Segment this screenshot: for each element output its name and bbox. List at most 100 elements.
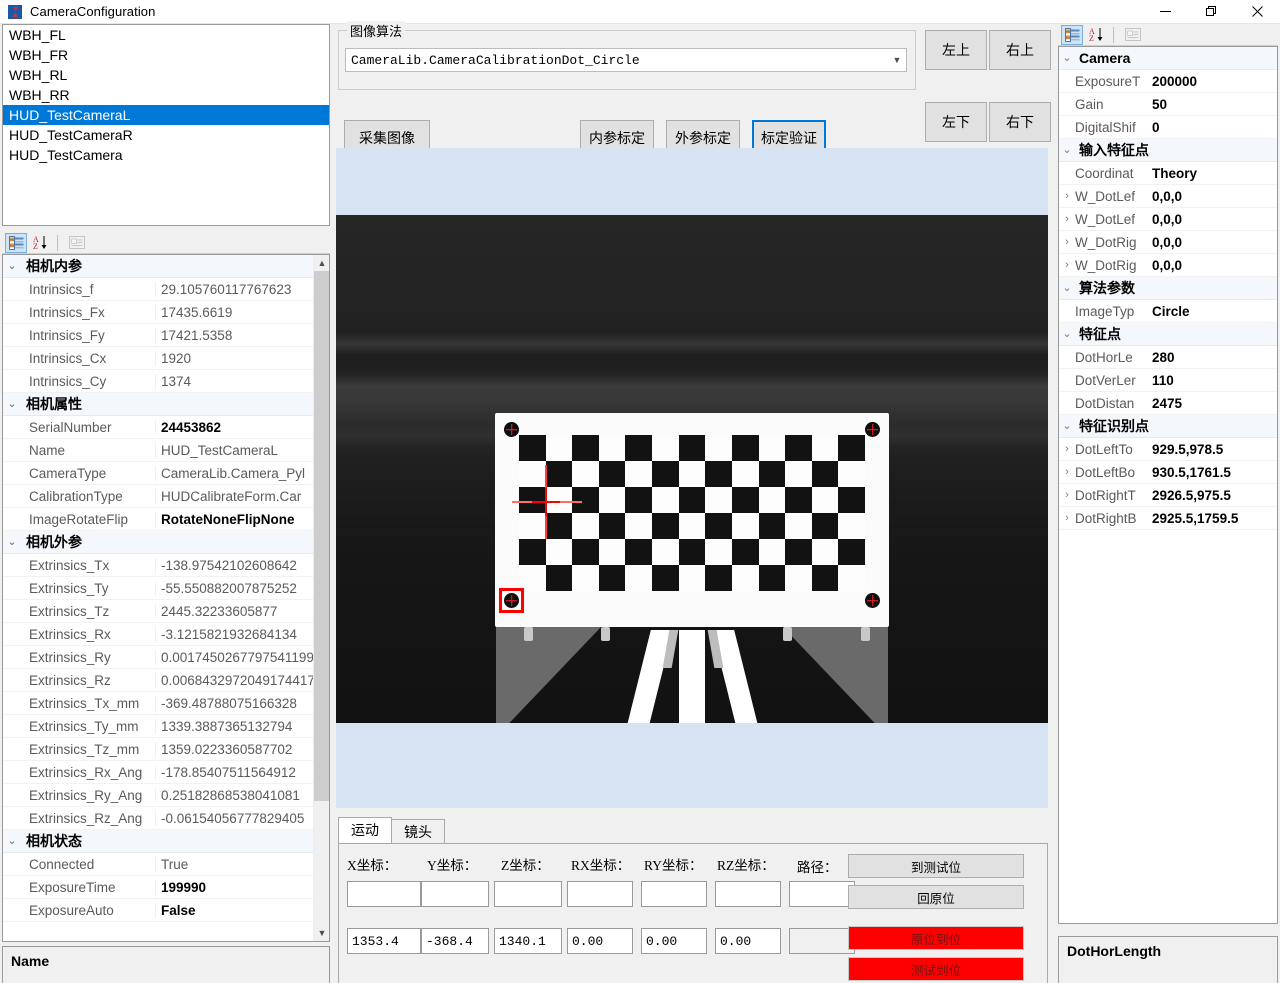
- property-row[interactable]: › W_DotLef 0,0,0: [1059, 185, 1277, 208]
- property-row[interactable]: › W_DotRig 0,0,0: [1059, 231, 1277, 254]
- marker-dot-bottom-right[interactable]: [865, 593, 880, 608]
- property-category-row[interactable]: ⌄ 相机内参: [3, 255, 314, 278]
- value-y-current[interactable]: -368.4: [421, 928, 489, 954]
- property-row[interactable]: › DotLeftTo 929.5,978.5: [1059, 438, 1277, 461]
- property-value[interactable]: 1339.3887365132794: [156, 719, 314, 734]
- property-row[interactable]: Extrinsics_Rz_Ang -0.06154056777829405: [3, 807, 314, 830]
- chevron-down-icon[interactable]: ⌄: [1059, 52, 1075, 64]
- home-position-reached-indicator[interactable]: 原位到位: [848, 926, 1024, 950]
- property-value[interactable]: 2926.5,975.5: [1149, 488, 1277, 503]
- property-value[interactable]: False: [156, 903, 314, 918]
- property-row[interactable]: Extrinsics_Tx_mm -369.48788075166328: [3, 692, 314, 715]
- property-value[interactable]: 199990: [156, 880, 314, 895]
- property-value[interactable]: 110: [1149, 373, 1277, 388]
- value-rx-current[interactable]: 0.00: [567, 928, 633, 954]
- property-row[interactable]: Coordinat Theory: [1059, 162, 1277, 185]
- property-value[interactable]: 0,0,0: [1149, 212, 1277, 227]
- property-value[interactable]: 50: [1149, 97, 1277, 112]
- property-category-row[interactable]: ⌄ 算法参数: [1059, 277, 1277, 300]
- property-value[interactable]: 1374: [156, 374, 314, 389]
- property-row[interactable]: Connected True: [3, 853, 314, 876]
- property-row[interactable]: ExposureT 200000: [1059, 70, 1277, 93]
- camera-list-item[interactable]: WBH_RR: [3, 85, 329, 105]
- value-rz-current[interactable]: 0.00: [715, 928, 781, 954]
- property-value[interactable]: RotateNoneFlipNone: [156, 512, 314, 527]
- chevron-down-icon[interactable]: ⌄: [3, 835, 21, 847]
- property-value[interactable]: Circle: [1149, 304, 1277, 319]
- property-value[interactable]: 1359.0223360587702: [156, 742, 314, 757]
- property-row[interactable]: DotHorLe 280: [1059, 346, 1277, 369]
- chevron-down-icon[interactable]: ⌄: [3, 260, 21, 272]
- property-row[interactable]: › DotLeftBo 930.5,1761.5: [1059, 461, 1277, 484]
- chevron-down-icon[interactable]: ⌄: [3, 398, 21, 410]
- tab-motion[interactable]: 运动: [338, 817, 392, 844]
- property-value[interactable]: 200000: [1149, 74, 1277, 89]
- property-category-row[interactable]: ⌄ 相机外参: [3, 531, 314, 554]
- property-value[interactable]: -138.97542102608642: [156, 558, 314, 573]
- property-value[interactable]: 0,0,0: [1149, 258, 1277, 273]
- property-value[interactable]: -369.48788075166328: [156, 696, 314, 711]
- property-value[interactable]: CameraLib.Camera_Pyl: [156, 466, 314, 481]
- property-value[interactable]: 0.0017450267797541199: [156, 650, 314, 665]
- chevron-down-icon[interactable]: ⌄: [1059, 328, 1075, 340]
- property-value[interactable]: 2925.5,1759.5: [1149, 511, 1277, 526]
- property-category-row[interactable]: ⌄ 相机属性: [3, 393, 314, 416]
- camera-list-item[interactable]: HUD_TestCamera: [3, 145, 329, 165]
- property-value[interactable]: -55.550882007875252: [156, 581, 314, 596]
- property-row[interactable]: DigitalShif 0: [1059, 116, 1277, 139]
- property-row[interactable]: Intrinsics_Fy 17421.5358: [3, 324, 314, 347]
- property-category-row[interactable]: ⌄ 特征识别点: [1059, 415, 1277, 438]
- value-ry-current[interactable]: 0.00: [641, 928, 707, 954]
- scrollbar-thumb[interactable]: [314, 271, 329, 801]
- scroll-up-icon[interactable]: ▲: [314, 255, 329, 271]
- property-value[interactable]: -3.1215821932684134: [156, 627, 314, 642]
- tab-strip[interactable]: 运动 镜头: [338, 817, 445, 844]
- camera-list-item[interactable]: HUD_TestCameraL: [3, 105, 329, 125]
- property-row[interactable]: ExposureAuto False: [3, 899, 314, 922]
- property-value[interactable]: HUDCalibrateForm.Car: [156, 489, 314, 504]
- property-value[interactable]: 17435.6619: [156, 305, 314, 320]
- input-x-target[interactable]: [347, 881, 421, 907]
- input-path-target[interactable]: [789, 881, 855, 907]
- property-row[interactable]: › W_DotRig 0,0,0: [1059, 254, 1277, 277]
- property-category-row[interactable]: ⌄ 特征点: [1059, 323, 1277, 346]
- input-rx-target[interactable]: [567, 881, 633, 907]
- marker-dot-top-right[interactable]: [865, 422, 880, 437]
- property-category-row[interactable]: ⌄ Camera: [1059, 47, 1277, 70]
- property-row[interactable]: Extrinsics_Ty -55.550882007875252: [3, 577, 314, 600]
- algorithm-combobox[interactable]: CameraLib.CameraCalibrationDot_Circle ▼: [345, 48, 907, 72]
- property-value[interactable]: 29.105760117767623: [156, 282, 314, 297]
- chevron-right-icon[interactable]: ›: [1059, 489, 1075, 501]
- alphabetical-sort-icon[interactable]: A Z: [30, 233, 52, 253]
- close-icon[interactable]: [1234, 0, 1280, 24]
- input-rz-target[interactable]: [715, 881, 781, 907]
- chevron-right-icon[interactable]: ›: [1059, 466, 1075, 478]
- return-home-button[interactable]: 回原位: [848, 885, 1024, 909]
- chevron-down-icon[interactable]: ⌄: [1059, 282, 1075, 294]
- property-category-row[interactable]: ⌄ 相机状态: [3, 830, 314, 853]
- property-row[interactable]: SerialNumber 24453862: [3, 416, 314, 439]
- property-row[interactable]: Intrinsics_Fx 17435.6619: [3, 301, 314, 324]
- property-row[interactable]: CalibrationType HUDCalibrateForm.Car: [3, 485, 314, 508]
- property-value[interactable]: -0.06154056777829405: [156, 811, 314, 826]
- right-top-button[interactable]: 右上: [989, 30, 1051, 70]
- right-bottom-button[interactable]: 右下: [989, 102, 1051, 142]
- property-row[interactable]: Extrinsics_Ry 0.0017450267797541199: [3, 646, 314, 669]
- marker-dot-top-left[interactable]: [504, 422, 519, 437]
- property-value[interactable]: HUD_TestCameraL: [156, 443, 314, 458]
- property-value[interactable]: 0,0,0: [1149, 235, 1277, 250]
- value-x-current[interactable]: 1353.4: [347, 928, 421, 954]
- value-path-current[interactable]: [789, 928, 855, 954]
- property-row[interactable]: Intrinsics_Cy 1374: [3, 370, 314, 393]
- property-row[interactable]: › DotRightB 2925.5,1759.5: [1059, 507, 1277, 530]
- goto-test-position-button[interactable]: 到测试位: [848, 854, 1024, 878]
- property-row[interactable]: Extrinsics_Rx_Ang -178.85407511564912: [3, 761, 314, 784]
- categorized-view-icon[interactable]: [1061, 24, 1083, 45]
- property-row[interactable]: Name HUD_TestCameraL: [3, 439, 314, 462]
- camera-list-item[interactable]: HUD_TestCameraR: [3, 125, 329, 145]
- calibration-photo[interactable]: [336, 215, 1048, 723]
- property-value[interactable]: 929.5,978.5: [1149, 442, 1277, 457]
- property-row[interactable]: Extrinsics_Tx -138.97542102608642: [3, 554, 314, 577]
- property-value[interactable]: True: [156, 857, 314, 872]
- chevron-right-icon[interactable]: ›: [1059, 236, 1075, 248]
